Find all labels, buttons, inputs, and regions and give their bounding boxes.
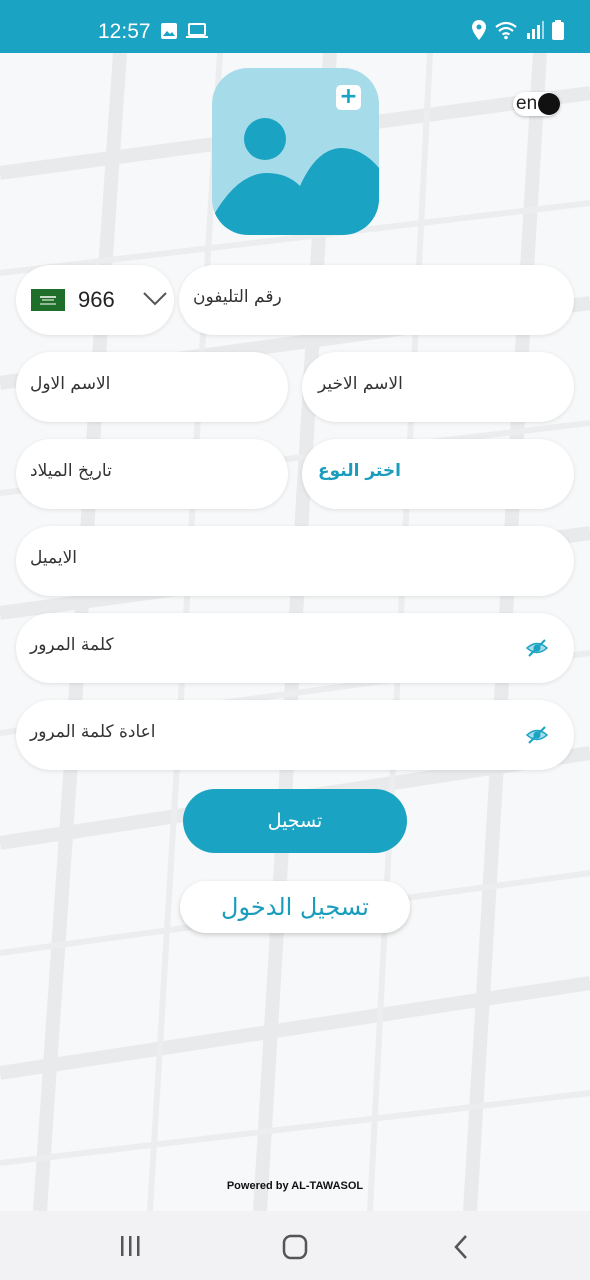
confirm-password-field[interactable]: اعادة كلمة المرور — [16, 700, 574, 770]
eye-off-icon[interactable] — [526, 637, 548, 659]
birthdate-field[interactable]: تاريخ الميلاد — [16, 439, 288, 509]
phone-field[interactable]: رقم التليفون — [179, 265, 574, 335]
wifi-icon — [495, 21, 517, 40]
password-field[interactable]: كلمة المرور — [16, 613, 574, 683]
confirm-password-placeholder: اعادة كلمة المرور — [30, 722, 156, 742]
birthdate-placeholder: تاريخ الميلاد — [30, 461, 112, 481]
location-icon — [472, 20, 486, 40]
status-time: 12:57 — [98, 20, 151, 43]
battery-icon — [552, 20, 564, 40]
gender-select-label: اختر النوع — [318, 461, 401, 481]
gallery-icon — [161, 23, 177, 39]
chevron-down-icon — [143, 292, 167, 306]
back-icon[interactable] — [452, 1234, 470, 1260]
profile-photo-picker[interactable]: + — [212, 68, 379, 235]
password-placeholder: كلمة المرور — [30, 635, 114, 655]
email-placeholder: الايميل — [30, 548, 77, 568]
first-name-field[interactable]: الاسم الاول — [16, 352, 288, 422]
system-nav-bar — [0, 1211, 590, 1280]
language-label: en — [516, 93, 538, 114]
country-code: 966 — [78, 287, 115, 312]
language-toggle[interactable]: en — [513, 92, 560, 116]
add-photo-icon[interactable]: + — [336, 85, 361, 110]
eye-off-icon[interactable] — [526, 724, 548, 746]
login-button[interactable]: تسجيل الدخول — [180, 881, 410, 933]
toggle-knob — [538, 93, 560, 115]
country-code-select[interactable]: 966 — [16, 265, 174, 335]
email-field[interactable]: الايميل — [16, 526, 574, 596]
last-name-field[interactable]: الاسم الاخير — [302, 352, 574, 422]
home-icon[interactable] — [282, 1234, 308, 1260]
gender-select[interactable]: اختر النوع — [302, 439, 574, 509]
powered-by: Powered by AL-TAWASOL — [226, 1180, 364, 1192]
status-bar: 12:57 — [0, 0, 590, 53]
last-name-placeholder: الاسم الاخير — [318, 374, 403, 394]
laptop-icon — [186, 23, 208, 38]
signal-icon — [527, 21, 544, 39]
first-name-placeholder: الاسم الاول — [30, 374, 111, 394]
phone-placeholder: رقم التليفون — [193, 287, 282, 307]
saudi-flag-icon — [31, 289, 65, 311]
recent-apps-icon[interactable] — [118, 1235, 144, 1257]
register-button[interactable]: تسجيل — [183, 789, 407, 853]
